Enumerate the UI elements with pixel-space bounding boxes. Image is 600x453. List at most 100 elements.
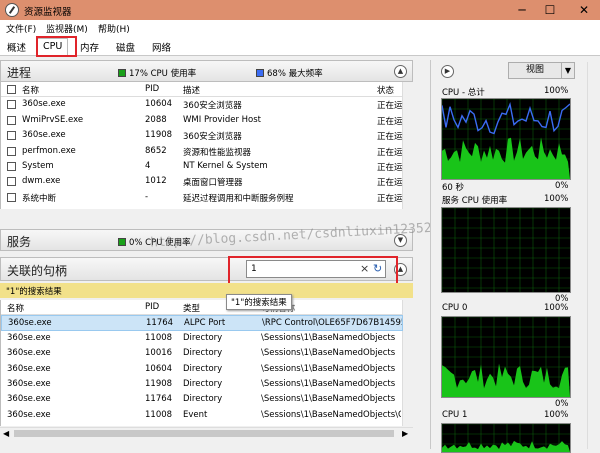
menu-monitor[interactable]: 监视器(M) xyxy=(46,22,88,35)
handle-process-name: 360se.exe xyxy=(7,409,51,420)
process-checkbox[interactable] xyxy=(7,100,16,110)
scroll-thumb[interactable] xyxy=(14,430,394,437)
col-name[interactable]: 名称 xyxy=(22,84,39,96)
select-all-checkbox[interactable] xyxy=(7,85,16,94)
cpu-usage-graph xyxy=(441,316,571,398)
expand-graphs-chevron-icon[interactable]: ▶ xyxy=(441,65,454,78)
window-title: 资源监视器 xyxy=(24,7,72,18)
handle-row[interactable]: 360se.exe 11008 Event \Sessions\1\BaseNamed… xyxy=(1,408,403,423)
process-pid: 10604 xyxy=(145,99,173,110)
handles-scrollbar[interactable] xyxy=(402,300,414,426)
process-row[interactable]: 360se.exe 10604 360安全浏览器 正在运 xyxy=(1,97,403,112)
handle-row[interactable]: 360se.exe 11764 ALPC Port \RPC Control\OLE6… xyxy=(1,315,403,331)
cpu-usage-area xyxy=(442,137,570,179)
graph-min-percent: 0% xyxy=(555,181,569,191)
handle-row[interactable]: 360se.exe 10604 Directory \Sessions\1\BaseN… xyxy=(1,362,403,377)
process-cpu-usage-text: 17% CPU 使用率 xyxy=(129,69,197,79)
col-pid[interactable]: PID xyxy=(145,84,159,94)
process-row[interactable]: WmiPrvSE.exe 2088 WMI Provider Host 正在运 xyxy=(1,113,403,128)
collapse-chevron-icon[interactable]: ▲ xyxy=(394,65,407,78)
handles-table-header: 名称 PID 类型 句柄名称 xyxy=(1,300,403,316)
process-pid: 8652 xyxy=(145,145,167,156)
handle-pid: 10016 xyxy=(145,348,173,359)
process-row[interactable]: 系统中断 - 延迟过程调用和中断服务例程 正在运 xyxy=(1,190,403,205)
process-checkbox[interactable] xyxy=(7,177,16,187)
col-type[interactable]: 类型 xyxy=(183,302,200,314)
handle-name: \Sessions\1\BaseNamedObjects xyxy=(261,363,396,374)
handle-name: \Sessions\1\BaseNamedObjects xyxy=(261,332,396,343)
graph-title: CPU - 总计 xyxy=(442,88,485,98)
graph-max-percent: 100% xyxy=(544,86,569,96)
handle-process-name: 360se.exe xyxy=(7,363,51,374)
process-status: 正在运 xyxy=(377,163,403,173)
col-pid[interactable]: PID xyxy=(145,302,159,312)
handle-row[interactable]: 360se.exe 11008 Directory \Sessions\1\BaseN… xyxy=(1,331,403,346)
scroll-left-icon[interactable]: ◀ xyxy=(3,429,9,438)
handle-process-name: 360se.exe xyxy=(8,318,52,329)
process-status: 正在运 xyxy=(377,147,403,158)
process-description: 桌面窗口管理器 xyxy=(183,178,243,189)
tab-disk[interactable]: 磁盘 xyxy=(111,38,140,56)
view-dropdown-icon[interactable]: ▼ xyxy=(561,62,575,79)
handle-type: Directory xyxy=(183,363,223,374)
maximize-button[interactable]: ☐ xyxy=(536,0,564,20)
handle-row[interactable]: 360se.exe 11764 Directory \Sessions\1\BaseN… xyxy=(1,392,403,407)
process-name: 360se.exe xyxy=(22,99,66,110)
process-max-frequency-text: 68% 最大频率 xyxy=(267,69,323,79)
process-panel-header[interactable]: 进程 17% CPU 使用率 68% 最大频率 ▲ xyxy=(0,60,413,82)
graph-min-percent: 0% xyxy=(555,399,569,409)
handles-table: 名称 PID 类型 句柄名称 360se.exe 11764 ALPC Port \R… xyxy=(0,300,414,426)
process-row[interactable]: dwm.exe 1012 桌面窗口管理器 正在运 xyxy=(1,174,403,189)
handle-pid: 11764 xyxy=(146,318,174,329)
process-scrollbar[interactable] xyxy=(402,82,414,209)
menu-help[interactable]: 帮助(H) xyxy=(98,22,130,35)
handle-pid: 11008 xyxy=(145,332,173,343)
blue-square-icon xyxy=(256,69,264,77)
handle-row[interactable]: 360se.exe 11908 Directory \Sessions\1\BaseN… xyxy=(1,377,403,392)
process-checkbox[interactable] xyxy=(7,115,16,125)
scroll-right-icon[interactable]: ▶ xyxy=(402,429,408,438)
close-button[interactable]: ✕ xyxy=(570,0,598,20)
green-square-icon xyxy=(118,238,126,246)
process-description: NT Kernel & System xyxy=(183,161,268,171)
process-checkbox[interactable] xyxy=(7,131,16,141)
minimize-button[interactable]: ─ xyxy=(508,0,536,20)
tab-network[interactable]: 网络 xyxy=(147,38,176,56)
col-description[interactable]: 描述 xyxy=(183,84,200,96)
tab-overview[interactable]: 概述 xyxy=(2,38,31,56)
handle-type: ALPC Port xyxy=(184,318,226,329)
process-checkbox[interactable] xyxy=(7,192,16,202)
process-name: dwm.exe xyxy=(22,176,61,187)
process-row[interactable]: System 4 NT Kernel & System 正在运 xyxy=(1,159,403,174)
process-description: 延迟过程调用和中断服务例程 xyxy=(183,193,294,204)
process-row[interactable]: perfmon.exe 8652 资源和性能监视器 正在运 xyxy=(1,144,403,159)
horizontal-scrollbar[interactable]: ◀ ▶ xyxy=(0,427,413,439)
process-row[interactable]: 360se.exe 11908 360安全浏览器 正在运 xyxy=(1,128,403,143)
handle-type: Directory xyxy=(183,379,223,389)
process-status: 正在运 xyxy=(377,193,403,204)
menu-file[interactable]: 文件(F) xyxy=(6,22,36,35)
handle-pid: 11908 xyxy=(145,379,173,389)
process-description: 资源和性能监视器 xyxy=(183,147,252,158)
col-status[interactable]: 状态 xyxy=(377,84,394,96)
col-name[interactable]: 名称 xyxy=(7,302,24,314)
cpu-usage-graph xyxy=(441,207,571,293)
services-panel-title: 服务 xyxy=(7,235,32,249)
graph-panel-scrollbar[interactable] xyxy=(587,62,598,449)
process-checkbox[interactable] xyxy=(7,146,16,156)
process-description: 360安全浏览器 xyxy=(183,101,242,112)
handle-process-name: 360se.exe xyxy=(7,394,51,405)
process-table: 名称 PID 描述 状态 360se.exe 10604 360安全浏览器正在运 Wm… xyxy=(0,82,414,209)
cpu-usage-area xyxy=(442,363,570,397)
handle-row[interactable]: 360se.exe 10016 Directory \Sessions\1\BaseN… xyxy=(1,346,403,361)
search-highlight-box xyxy=(228,256,398,285)
view-button[interactable]: 视图 xyxy=(508,62,562,79)
process-checkbox[interactable] xyxy=(7,162,16,171)
process-name: 360se.exe xyxy=(22,130,66,141)
handle-process-name: 360se.exe xyxy=(7,332,51,343)
process-description: 360安全浏览器 xyxy=(183,132,242,143)
tab-memory[interactable]: 内存 xyxy=(75,38,104,56)
cpu-usage-area xyxy=(442,440,570,452)
process-name: WmiPrvSE.exe xyxy=(22,114,84,125)
process-pid: 1012 xyxy=(145,176,167,187)
